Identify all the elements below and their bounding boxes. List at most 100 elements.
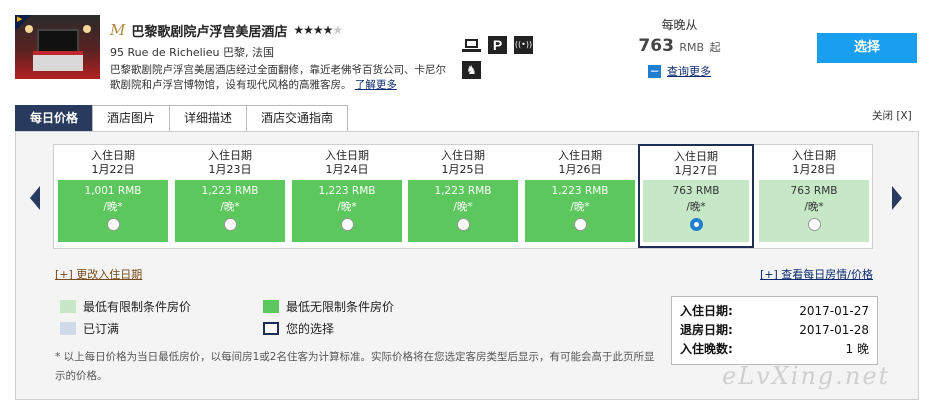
day-per-night: /晚* xyxy=(337,201,357,213)
day-date: 1月27日 xyxy=(674,164,718,177)
day-date: 1月25日 xyxy=(441,163,485,176)
checkin-date-label: 入住日期: xyxy=(680,304,733,318)
hotel-name[interactable]: 巴黎歌剧院卢浮宫美居酒店 xyxy=(131,21,287,40)
day-price: 763 RMB xyxy=(790,185,838,197)
legend-restricted-label: 最低有限制条件房价 xyxy=(83,300,192,314)
checkin-label: 入住日期 xyxy=(792,149,836,162)
price-suffix: 起 xyxy=(709,41,721,54)
choice-swatch xyxy=(263,322,279,335)
legend-unrestricted: 最低无限制条件房价 xyxy=(263,298,394,315)
nights-label: 入住晚数: xyxy=(680,342,733,356)
day-radio[interactable] xyxy=(456,218,470,231)
price-amount: 763 xyxy=(638,36,674,56)
day-card[interactable]: 入住日期 1月25日 1,223 RMB/晚* xyxy=(405,144,521,248)
day-radio[interactable] xyxy=(223,218,237,231)
laptop-icon xyxy=(462,37,481,55)
day-price: 1,223 RMB xyxy=(318,185,376,197)
day-price: 1,223 RMB xyxy=(201,185,259,197)
legend-booked: 已订满 xyxy=(60,320,119,337)
arrow-mark-icon: ▶ xyxy=(17,15,23,23)
booked-swatch xyxy=(60,322,76,335)
checkin-label: 入住日期 xyxy=(325,149,369,162)
hotel-info: M 巴黎歌剧院卢浮宫美居酒店 ★★★★★ 95 Rue de Richelieu… xyxy=(110,20,450,93)
hotel-address: 95 Rue de Richelieu 巴黎, 法国 xyxy=(110,46,274,59)
query-more[interactable]: − 查询更多 xyxy=(648,63,711,79)
restricted-swatch xyxy=(60,300,76,313)
collapse-icon[interactable]: − xyxy=(648,64,661,78)
day-card[interactable]: 入住日期 1月24日 1,223 RMB/晚* xyxy=(289,144,405,248)
mercure-logo: M xyxy=(110,20,126,39)
day-radio[interactable] xyxy=(340,218,354,231)
legend-your-choice-label: 您的选择 xyxy=(286,322,335,336)
day-date: 1月26日 xyxy=(558,163,602,176)
checkin-label: 入住日期 xyxy=(91,149,135,162)
price-currency: RMB xyxy=(679,41,705,54)
star-empty-icon: ★ xyxy=(332,23,343,37)
day-date: 1月24日 xyxy=(325,163,369,176)
day-price: 1,223 RMB xyxy=(434,185,492,197)
day-per-night: /晚* xyxy=(453,201,473,213)
learn-more-link[interactable]: 了解更多 xyxy=(355,79,397,91)
day-date: 1月22日 xyxy=(91,163,135,176)
price-box: 每晚从 763 RMB 起 − 查询更多 xyxy=(612,16,747,79)
legend-unrestricted-label: 最低无限制条件房价 xyxy=(286,300,395,314)
day-card[interactable]: 入住日期 1月22日 1,001 RMB/晚* xyxy=(55,144,171,248)
checkout-date-value: 2017-01-28 xyxy=(799,323,869,337)
pet-icon: ♞ xyxy=(462,61,481,79)
parking-icon: P xyxy=(488,36,507,54)
day-card[interactable]: 入住日期 1月23日 1,223 RMB/晚* xyxy=(172,144,288,248)
day-radio[interactable] xyxy=(573,218,587,231)
day-price: 1,001 RMB xyxy=(84,185,142,197)
tab-transport-guide[interactable]: 酒店交通指南 xyxy=(246,105,349,131)
day-card[interactable]: 入住日期 1月28日 763 RMB/晚* xyxy=(756,144,872,248)
hotel-description: 巴黎歌剧院卢浮宫美居酒店经过全面翻修，靠近老佛爷百货公司、卡尼尔歌剧院和卢浮宫博… xyxy=(110,63,446,93)
hotel-header: ▶ M 巴黎歌剧院卢浮宫美居酒店 ★★★★★ 95 Rue de Richeli… xyxy=(0,0,931,102)
tab-bar: 每日价格 酒店图片 详细描述 酒店交通指南 xyxy=(15,105,349,131)
tab-daily-price[interactable]: 每日价格 xyxy=(15,105,94,131)
day-radio[interactable] xyxy=(807,218,821,231)
tab-description[interactable]: 详细描述 xyxy=(169,105,248,131)
select-button[interactable]: 选择 xyxy=(817,33,917,63)
per-night-label: 每晚从 xyxy=(661,18,698,32)
unrestricted-swatch xyxy=(263,300,279,313)
price-line: 763 RMB 起 xyxy=(612,36,747,58)
star-filled-icon: ★★★★ xyxy=(293,23,333,37)
day-radio-checked[interactable] xyxy=(689,218,703,231)
checkin-date-value: 2017-01-27 xyxy=(799,304,869,318)
checkout-date-label: 退房日期: xyxy=(680,323,733,337)
checkin-label: 入住日期 xyxy=(208,149,252,162)
prev-arrow-icon[interactable] xyxy=(30,186,40,210)
nights-value: 1 晚 xyxy=(845,342,869,356)
view-daily-rates-link[interactable]: [+] 查看每日房情/价格 xyxy=(760,266,873,282)
day-price: 1,223 RMB xyxy=(551,185,609,197)
day-radio[interactable] xyxy=(106,218,120,231)
day-card-selected[interactable]: 入住日期 1月27日 763 RMB/晚* xyxy=(638,144,754,248)
checkin-label: 入住日期 xyxy=(558,149,602,162)
day-per-night: /晚* xyxy=(103,201,123,213)
day-date: 1月28日 xyxy=(792,163,836,176)
legend-restricted: 最低有限制条件房价 xyxy=(60,298,191,315)
day-price: 763 RMB xyxy=(672,185,720,197)
legend-your-choice: 您的选择 xyxy=(263,320,334,337)
checkin-label: 入住日期 xyxy=(441,149,485,162)
day-date: 1月23日 xyxy=(208,163,252,176)
query-more-link[interactable]: 查询更多 xyxy=(667,63,711,79)
hotel-photo[interactable]: ▶ xyxy=(15,15,100,79)
star-rating: ★★★★★ xyxy=(293,23,343,37)
checkin-label: 入住日期 xyxy=(674,150,718,163)
price-footnote: * 以上每日价格为当日最低房价，以每间房1或2名住客为计算标准。实际价格将在您选… xyxy=(55,351,655,382)
watermark: eLvXing.net xyxy=(722,362,891,390)
day-per-night: /晚* xyxy=(570,201,590,213)
stay-summary: 入住日期: 2017-01-27 退房日期: 2017-01-28 入住晚数: 1 晚 xyxy=(671,296,878,365)
next-arrow-icon[interactable] xyxy=(892,186,902,210)
change-checkin-link[interactable]: [+] 更改入住日期 xyxy=(55,266,142,282)
day-per-night: /晚* xyxy=(686,201,706,213)
day-per-night: /晚* xyxy=(804,201,824,213)
legend: 最低有限制条件房价 最低无限制条件房价 已订满 您的选择 xyxy=(60,298,460,342)
legend-booked-label: 已订满 xyxy=(83,322,120,336)
close-link[interactable]: 关闭 [X] xyxy=(872,108,912,123)
day-card[interactable]: 入住日期 1月26日 1,223 RMB/晚* xyxy=(522,144,638,248)
day-per-night: /晚* xyxy=(220,201,240,213)
tab-hotel-photos[interactable]: 酒店图片 xyxy=(92,105,171,131)
wifi-icon: ((•)) xyxy=(514,36,533,54)
